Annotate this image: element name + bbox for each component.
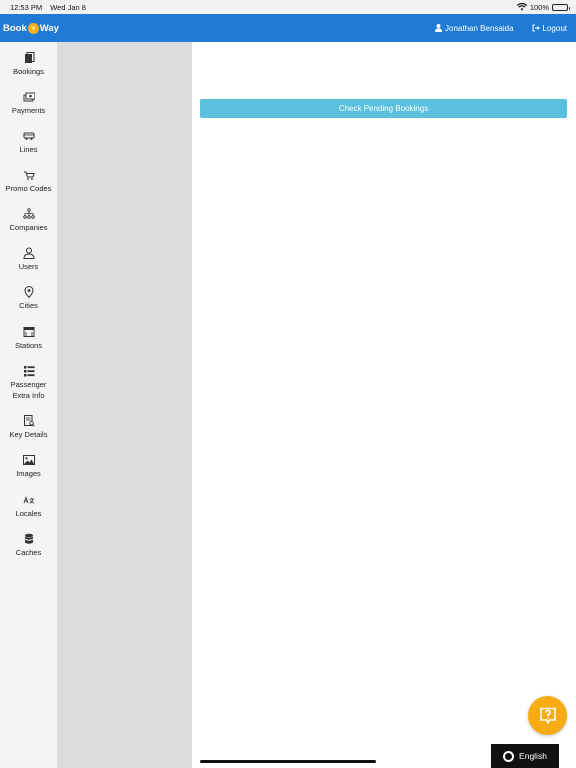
brand-text-right: Way	[39, 22, 59, 34]
sidebar-item-lines[interactable]: Lines	[0, 130, 57, 155]
translate-icon	[23, 496, 34, 504]
sidebar-item-bookings[interactable]: Bookings	[0, 52, 57, 77]
sidebar-item-label: Cities	[19, 301, 38, 310]
question-bubble-icon	[539, 707, 556, 725]
image-icon	[22, 455, 35, 465]
battery-percent: 100%	[529, 2, 549, 12]
sidebar-item-label: Images	[16, 469, 41, 478]
sidebar-item-label: Key Details	[9, 430, 48, 439]
sidebar: Bookings Payments Lines Promo Codes Comp…	[0, 42, 58, 768]
bus-icon	[23, 132, 34, 140]
help-button[interactable]	[528, 696, 567, 735]
sidebar-item-label: Companies	[9, 223, 48, 232]
language-indicator-icon	[503, 750, 515, 762]
sidebar-item-images[interactable]: Images	[0, 454, 57, 479]
sidebar-item-label: Lines	[19, 145, 38, 154]
logout-button[interactable]: Logout	[532, 24, 567, 33]
document-search-icon	[23, 415, 35, 427]
sidebar-item-passenger-extra-info[interactable]: Passenger Extra Info	[0, 365, 57, 401]
database-icon	[24, 533, 33, 544]
bookings-icon	[24, 52, 34, 63]
user-icon	[22, 247, 35, 259]
user-icon	[435, 24, 443, 32]
language-label: English	[519, 751, 547, 761]
wifi-icon	[516, 3, 527, 11]
cart-icon	[23, 171, 35, 180]
language-selector[interactable]: English	[491, 744, 559, 768]
sidebar-item-stations[interactable]: Stations	[0, 326, 57, 351]
home-indicator	[200, 760, 376, 763]
secondary-panel	[57, 42, 192, 768]
sidebar-item-label: Promo Codes	[5, 184, 52, 193]
list-icon	[23, 366, 34, 377]
station-icon	[23, 327, 34, 337]
sidebar-item-label-line2: Extra Info	[12, 391, 45, 400]
brand-text-left: Book	[3, 22, 27, 34]
map-pin-icon	[23, 286, 34, 298]
sidebar-item-payments[interactable]: Payments	[0, 91, 57, 116]
sidebar-item-key-details[interactable]: Key Details	[0, 415, 57, 440]
top-navbar: Book ☀ Way Jonathan Bensaida Logout	[0, 14, 576, 42]
sidebar-item-label: Stations	[14, 341, 43, 350]
logout-icon	[532, 24, 540, 32]
battery-icon	[552, 3, 570, 11]
sidebar-item-caches[interactable]: Caches	[0, 533, 57, 558]
user-menu[interactable]: Jonathan Bensaida	[435, 24, 514, 33]
bus-logo-icon: ☀	[27, 22, 39, 34]
navbar-right: Jonathan Bensaida Logout	[417, 24, 567, 33]
sidebar-item-promo-codes[interactable]: Promo Codes	[0, 169, 57, 194]
check-pending-bookings-button[interactable]: Check Pending Bookings	[200, 99, 567, 118]
status-bar-right: 100%	[516, 2, 570, 12]
status-bar-left: 12:53 PM Wed Jan 8	[10, 3, 92, 12]
sidebar-item-label: Caches	[15, 548, 42, 557]
status-date: Wed Jan 8	[50, 2, 86, 12]
payments-icon	[23, 92, 35, 102]
sidebar-item-locales[interactable]: Locales	[0, 494, 57, 519]
logout-label: Logout	[542, 23, 567, 33]
status-bar: 12:53 PM Wed Jan 8 100%	[0, 0, 576, 14]
sidebar-item-label: Locales	[15, 509, 42, 518]
sitemap-icon	[22, 208, 35, 219]
sidebar-item-label: Bookings	[13, 67, 44, 76]
sidebar-item-companies[interactable]: Companies	[0, 208, 57, 233]
user-name: Jonathan Bensaida	[445, 23, 514, 33]
sidebar-item-users[interactable]: Users	[0, 247, 57, 272]
sidebar-item-label: Payments	[11, 106, 46, 115]
sidebar-item-label-line1: Passenger	[10, 380, 47, 389]
sidebar-item-cities[interactable]: Cities	[0, 286, 57, 311]
sidebar-item-label: Users	[18, 262, 39, 271]
brand-logo[interactable]: Book ☀ Way	[3, 22, 59, 34]
status-time: 12:53 PM	[10, 2, 43, 12]
